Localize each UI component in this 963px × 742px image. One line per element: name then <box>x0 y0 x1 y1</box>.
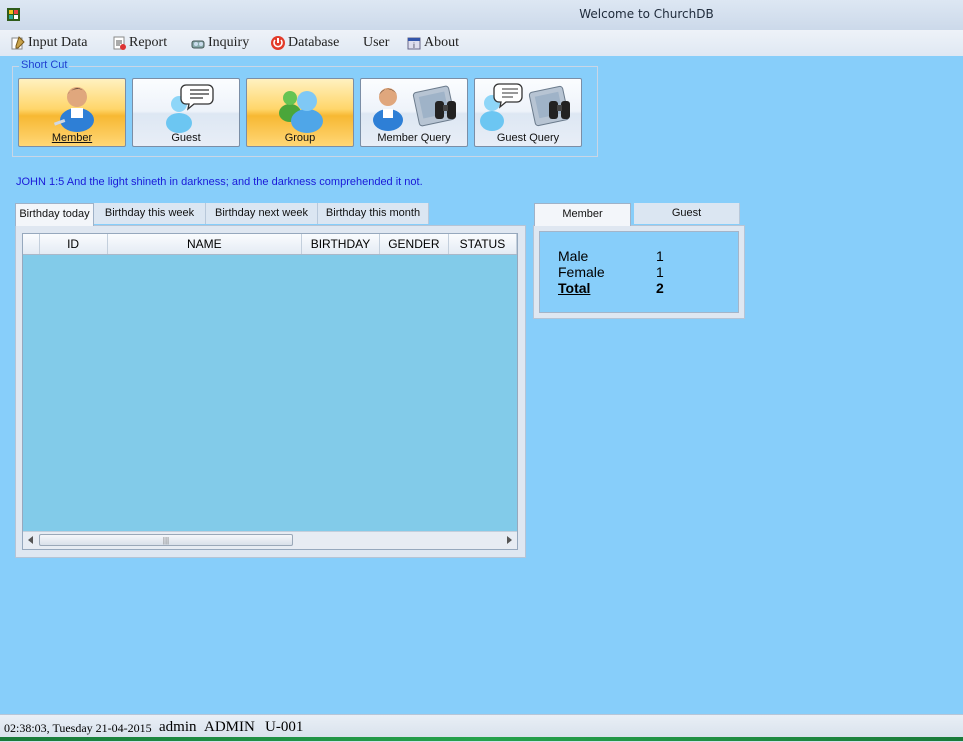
birthday-grid[interactable]: ID NAME BIRTHDAY GENDER STATUS ||| <box>22 233 518 550</box>
menu-input-data[interactable]: Input Data <box>10 34 87 52</box>
tab-guest[interactable]: Guest <box>634 203 740 224</box>
title-bar: Welcome to ChurchDB <box>0 0 963 30</box>
database-power-icon <box>271 36 285 50</box>
verse-text: JOHN 1:5 And the light shineth in darkne… <box>16 176 423 188</box>
guest-button-label: Guest <box>171 132 201 144</box>
taskbar-edge <box>0 737 963 741</box>
group-button-label: Group <box>284 132 316 144</box>
tab-birthday-this-month[interactable]: Birthday this month <box>318 203 429 224</box>
stats-panel: Male 1 Female 1 Total 2 <box>533 225 745 319</box>
stats-tabs: Member Guest <box>534 203 741 226</box>
status-username: admin <box>159 719 197 735</box>
menu-report[interactable]: Report <box>111 34 167 52</box>
scroll-thumb[interactable]: ||| <box>39 534 293 546</box>
stat-male-label: Male <box>558 248 589 264</box>
member-query-button-label: Member Query <box>377 132 451 144</box>
group-button[interactable]: Group <box>246 78 354 147</box>
guest-query-button[interactable]: Guest Query <box>474 78 582 147</box>
menu-input-data-label: Input Data <box>28 35 88 50</box>
column-header-gender[interactable]: GENDER <box>380 234 449 254</box>
menu-bar: Input Data Report Inquiry Database User <box>0 30 963 56</box>
scroll-left-icon[interactable] <box>28 536 33 544</box>
stat-total-value: 2 <box>656 280 664 296</box>
member-query-button[interactable]: Member Query <box>360 78 468 147</box>
tab-member[interactable]: Member <box>534 203 631 226</box>
column-header-name[interactable]: NAME <box>108 234 303 254</box>
stat-male-value: 1 <box>656 248 664 264</box>
column-header-id[interactable]: ID <box>40 234 108 254</box>
menu-user[interactable]: User <box>363 34 389 52</box>
status-user-id: U-001 <box>265 719 304 735</box>
menu-about[interactable]: i About <box>406 34 459 52</box>
tab-birthday-today[interactable]: Birthday today <box>15 203 94 226</box>
menu-inquiry[interactable]: Inquiry <box>190 34 249 52</box>
horizontal-scrollbar[interactable]: ||| <box>23 531 517 549</box>
inquiry-icon <box>191 40 205 49</box>
member-stats: Male 1 Female 1 Total 2 <box>539 231 739 313</box>
guest-icon <box>166 84 214 133</box>
scroll-right-icon[interactable] <box>507 536 512 544</box>
status-clock: 02:38:03, Tuesday 21-04-2015 <box>4 721 152 735</box>
window-title: Welcome to ChurchDB <box>579 7 714 21</box>
member-icon <box>53 87 94 132</box>
about-icon: i <box>407 37 421 50</box>
stat-male: Male 1 <box>558 248 664 264</box>
svg-text:i: i <box>413 42 415 50</box>
grid-header: ID NAME BIRTHDAY GENDER STATUS <box>23 234 517 255</box>
member-query-icon <box>373 85 456 131</box>
input-data-icon <box>11 36 25 50</box>
group-icon <box>279 91 323 133</box>
stat-female-value: 1 <box>656 264 664 280</box>
report-icon <box>113 36 126 50</box>
status-role: ADMIN <box>204 719 255 735</box>
stat-female: Female 1 <box>558 264 664 280</box>
member-button-label: Member <box>51 132 93 144</box>
shortcut-legend: Short Cut <box>19 59 70 71</box>
menu-inquiry-label: Inquiry <box>208 35 250 50</box>
shortcut-group: Short Cut Member Guest Group Member Quer… <box>12 59 598 157</box>
tab-birthday-next-week[interactable]: Birthday next week <box>206 203 318 224</box>
menu-database[interactable]: Database <box>270 34 339 52</box>
menu-user-label: User <box>363 35 390 50</box>
member-button[interactable]: Member <box>18 78 126 147</box>
birthday-panel: ID NAME BIRTHDAY GENDER STATUS ||| <box>15 225 526 558</box>
guest-button[interactable]: Guest <box>132 78 240 147</box>
guest-query-button-label: Guest Query <box>496 132 560 144</box>
menu-about-label: About <box>424 35 459 50</box>
stat-total: Total 2 <box>558 280 664 296</box>
column-header-birthday[interactable]: BIRTHDAY <box>302 234 380 254</box>
tab-birthday-this-week[interactable]: Birthday this week <box>94 203 206 224</box>
guest-query-icon <box>480 83 570 131</box>
stat-total-label: Total <box>558 280 591 296</box>
row-header-cell <box>23 234 40 254</box>
menu-report-label: Report <box>129 35 168 50</box>
menu-database-label: Database <box>288 35 340 50</box>
stat-female-label: Female <box>558 264 605 280</box>
column-header-status[interactable]: STATUS <box>449 234 517 254</box>
